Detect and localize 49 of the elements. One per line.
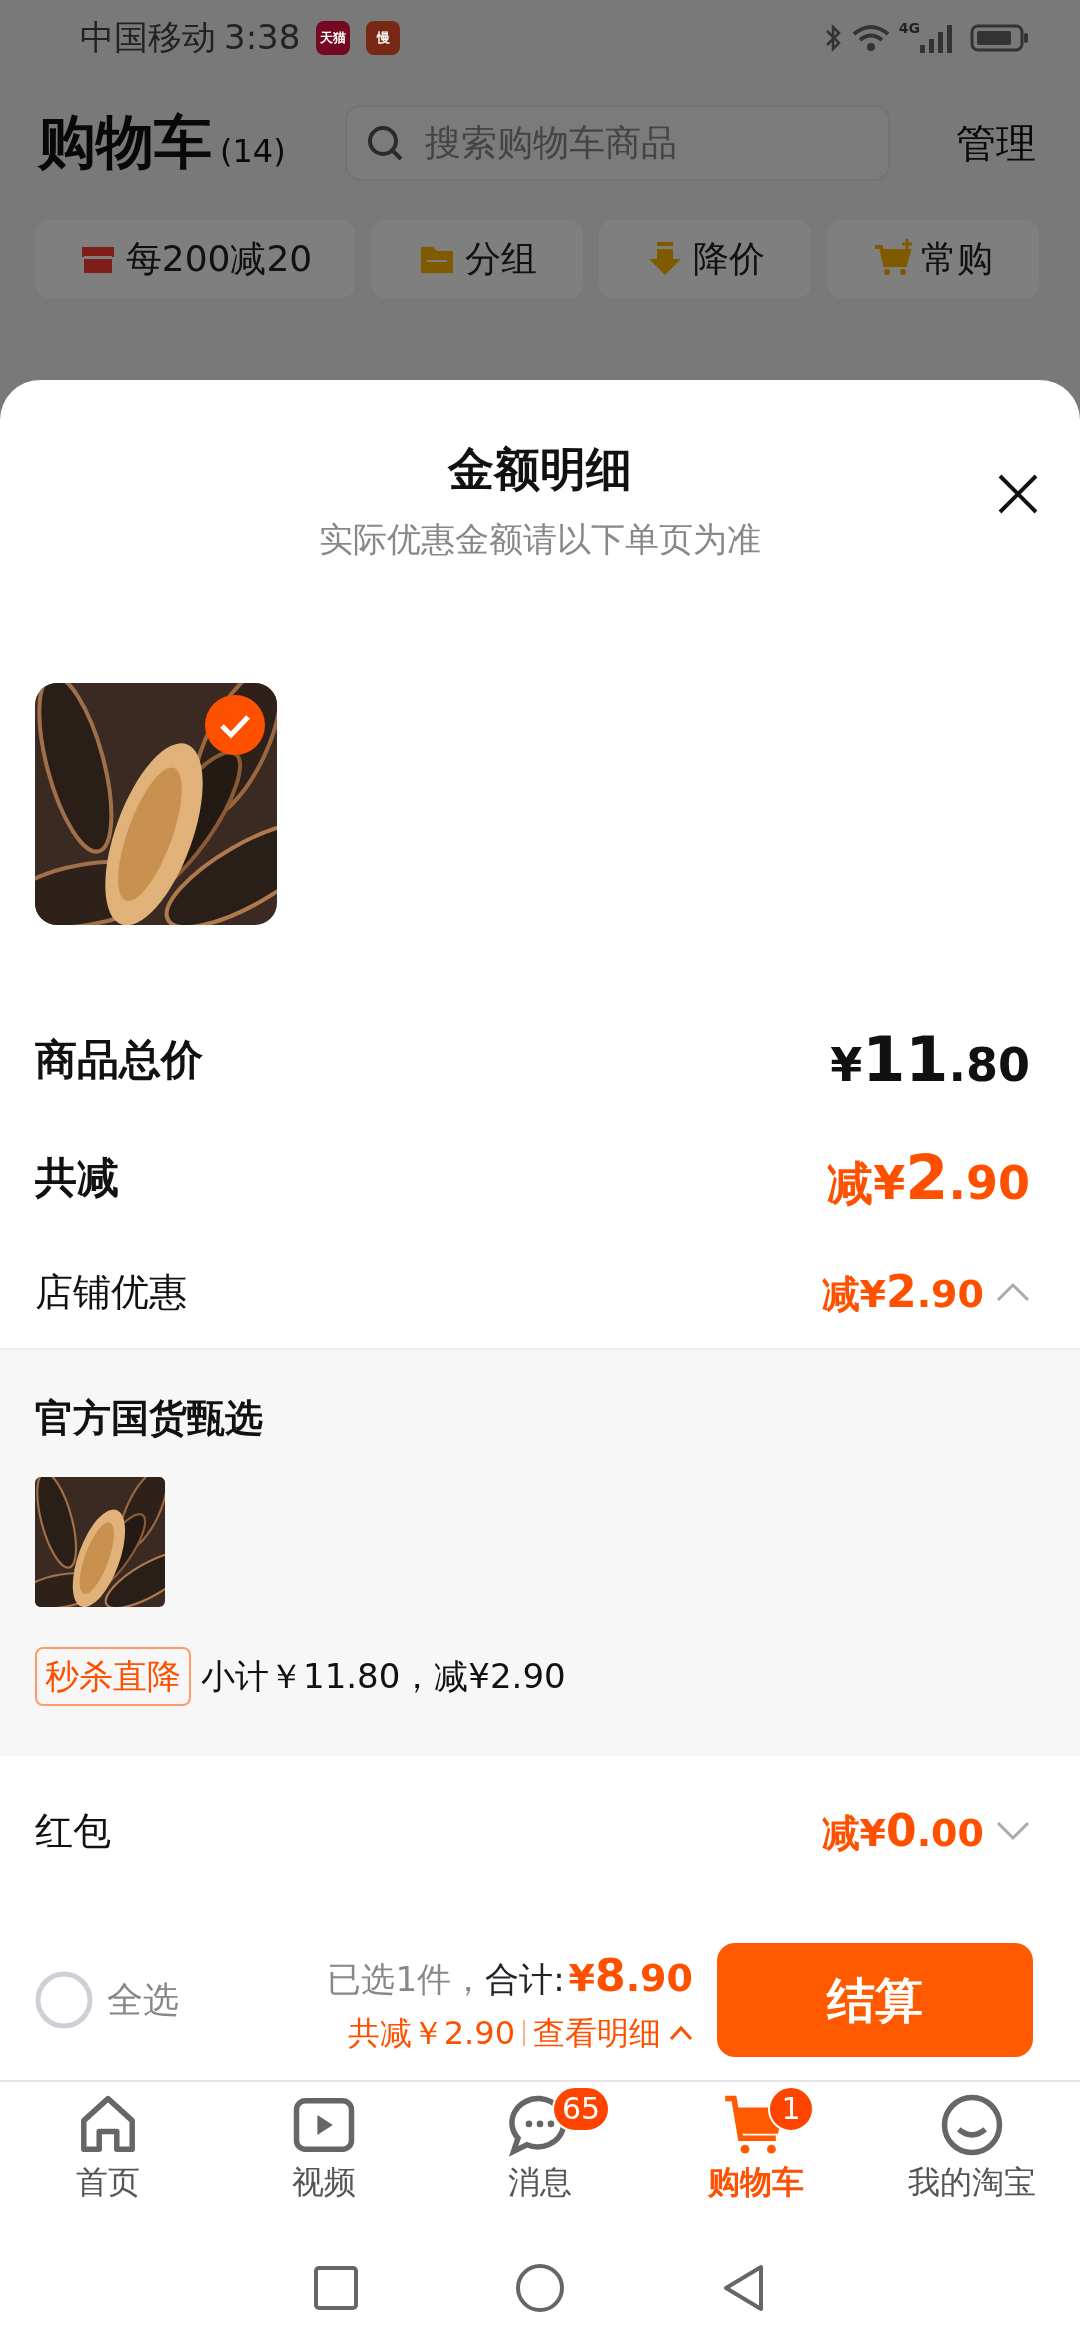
page-title: 购物车 xyxy=(38,107,212,178)
subtotal-text: 小计￥11.80，减¥2.90 xyxy=(201,1655,566,1698)
close-icon xyxy=(996,472,1040,516)
item-count: (14) xyxy=(220,131,286,172)
price-amount: ¥11.80 xyxy=(830,1021,1030,1098)
row-label: 红包 xyxy=(35,1807,111,1855)
smiley-icon xyxy=(939,2092,1005,2158)
count-badge: 65 xyxy=(552,2086,611,2132)
network-label: 4G xyxy=(898,19,920,38)
expand-toggle[interactable]: 减¥2.90 xyxy=(821,1259,1030,1325)
shop-name: 官方国货甄选 xyxy=(35,1395,264,1442)
battery-icon xyxy=(970,22,1030,53)
promo-tag: 秒杀直降 xyxy=(35,1647,191,1706)
sheet-title: 金额明细 xyxy=(448,441,632,498)
filter-chip[interactable]: 分组 xyxy=(371,220,583,298)
tab-item[interactable]: 购物车 1 xyxy=(648,2082,864,2207)
tab-item[interactable]: 消息 65 xyxy=(432,2082,648,2207)
radio-icon xyxy=(35,1971,93,2029)
app-icon: 天猫 xyxy=(316,20,351,55)
row-label: 店铺优惠 xyxy=(35,1268,187,1316)
signal-icon xyxy=(920,22,954,53)
tab-item[interactable]: 首页 xyxy=(0,2082,216,2207)
total-amount: ¥8.90 xyxy=(568,1949,693,2003)
checkout-button[interactable]: 结算 xyxy=(717,1943,1033,2057)
manage-button[interactable]: 管理 xyxy=(950,111,1042,174)
filter-chip[interactable]: 每200减20 xyxy=(35,220,355,298)
detail-link[interactable]: 查看明细 xyxy=(533,2009,661,2057)
select-all-radio[interactable]: 全选 xyxy=(35,1971,179,2029)
circle-icon xyxy=(515,2262,565,2313)
tab-item[interactable]: 视频 xyxy=(216,2082,432,2207)
tab-item[interactable]: 我的淘宝 xyxy=(864,2082,1080,2207)
expand-toggle[interactable]: 减¥0.00 xyxy=(821,1798,1030,1864)
clock: 3:38 xyxy=(224,16,301,59)
count-badge: 1 xyxy=(768,2086,814,2132)
filter-chip[interactable]: 降价 xyxy=(599,220,811,298)
filter-chip[interactable]: 常购 xyxy=(827,220,1039,298)
square-icon xyxy=(313,2264,359,2311)
total-label: 合计: xyxy=(485,1958,565,2001)
selected-count: 已选1件， xyxy=(327,1958,486,2001)
row-label: 商品总价 xyxy=(35,1033,203,1086)
chevron-up-icon xyxy=(669,2025,693,2041)
discount-amount: 减¥2.90 xyxy=(827,1139,1030,1216)
wifi-icon xyxy=(850,22,891,53)
savings-text: 共减￥2.90 xyxy=(347,2013,515,2054)
carrier-name: 中国移动 xyxy=(80,16,216,59)
row-label: 共减 xyxy=(35,1151,119,1204)
app-icon: 慢 xyxy=(366,20,401,55)
sheet-subtitle: 实际优惠金额请以下单页为准 xyxy=(318,518,762,561)
checkmark-icon[interactable] xyxy=(205,695,265,755)
